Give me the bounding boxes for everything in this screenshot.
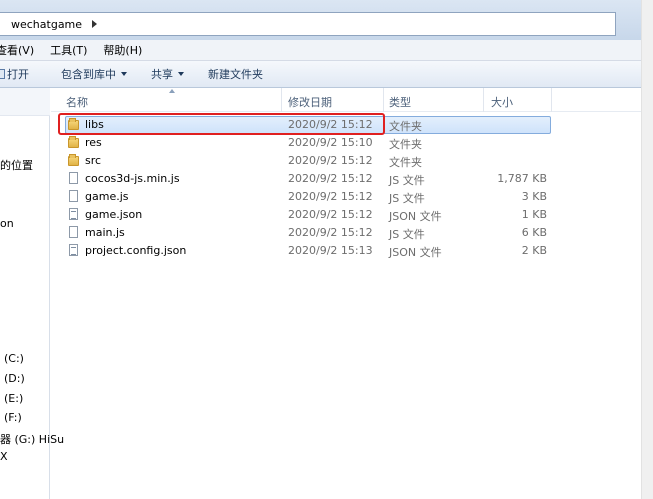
dropdown-arrow-icon	[121, 72, 127, 76]
file-type: JS 文件	[389, 174, 425, 187]
file-date: 2020/9/2 15:12	[288, 172, 373, 185]
json-file-icon	[69, 244, 78, 256]
column-header-size[interactable]: 大小	[491, 94, 513, 110]
file-size: 2 KB	[521, 244, 547, 257]
breadcrumb-wechatgame[interactable]: wechatgame	[11, 18, 82, 31]
file-name: src	[85, 154, 102, 167]
share-label: 共享	[151, 68, 173, 81]
file-type: JSON 文件	[389, 246, 442, 259]
column-divider[interactable]	[551, 88, 552, 112]
column-divider[interactable]	[281, 88, 282, 112]
menu-tools[interactable]: 工具(T)	[50, 42, 87, 58]
js-file-icon	[69, 190, 78, 202]
column-header-date[interactable]: 修改日期	[288, 94, 332, 110]
menu-view[interactable]: 查看(V)	[0, 42, 34, 58]
folder-icon	[68, 136, 79, 148]
menu-help[interactable]: 帮助(H)	[103, 42, 142, 58]
dropdown-arrow-icon	[178, 72, 184, 76]
file-size: 6 KB	[521, 226, 547, 239]
file-row-cocos3d-js-min-js[interactable]: cocos3d-js.min.js 2020/9/2 15:12 JS 文件 1…	[51, 170, 653, 188]
nav-item-drive-f[interactable]: (F:)	[4, 411, 22, 424]
column-divider[interactable]	[383, 88, 384, 112]
file-row-game-js[interactable]: game.js 2020/9/2 15:12 JS 文件 3 KB	[51, 188, 653, 206]
folder-icon	[68, 154, 79, 166]
file-row-res[interactable]: res 2020/9/2 15:10 文件夹	[51, 134, 653, 152]
navigation-pane[interactable]: 的位置 on (C:) (D:) (E:) (F:) 器 (G:) HiSu X	[0, 88, 64, 499]
vertical-scrollbar[interactable]	[641, 0, 653, 499]
column-divider[interactable]	[483, 88, 484, 112]
file-row-game-json[interactable]: game.json 2020/9/2 15:12 JSON 文件 1 KB	[51, 206, 653, 224]
js-file-icon	[69, 172, 78, 184]
column-header-name[interactable]: 名称	[66, 94, 88, 110]
file-type: JS 文件	[389, 192, 425, 205]
address-bar: wechatgame	[0, 0, 653, 40]
file-size: 1,787 KB	[497, 172, 547, 185]
file-name: game.json	[85, 208, 143, 221]
nav-item-drive-g[interactable]: 器 (G:) HiSu	[0, 431, 64, 447]
share-button[interactable]: 共享	[151, 66, 184, 82]
file-date: 2020/9/2 15:12	[288, 208, 373, 221]
nav-item-drive-d[interactable]: (D:)	[4, 372, 25, 385]
nav-item-drive-c[interactable]: (C:)	[4, 352, 24, 365]
json-file-icon	[69, 208, 78, 220]
include-label: 包含到库中	[61, 68, 116, 81]
file-name: project.config.json	[85, 244, 187, 257]
file-row-src[interactable]: src 2020/9/2 15:12 文件夹	[51, 152, 653, 170]
column-header-type[interactable]: 类型	[389, 94, 411, 110]
file-row-project-config-json[interactable]: project.config.json 2020/9/2 15:13 JSON …	[51, 242, 653, 260]
file-size: 3 KB	[521, 190, 547, 203]
chevron-right-icon[interactable]	[92, 20, 98, 28]
file-row-main-js[interactable]: main.js 2020/9/2 15:12 JS 文件 6 KB	[51, 224, 653, 242]
nav-item-x[interactable]: X	[0, 450, 8, 463]
open-label: 打开	[7, 68, 29, 81]
open-icon	[0, 69, 5, 79]
file-name: res	[85, 136, 102, 149]
nav-item-on[interactable]: on	[0, 217, 14, 230]
column-header: 名称 修改日期 类型 大小	[51, 88, 653, 112]
file-date: 2020/9/2 15:12	[288, 154, 373, 167]
new-folder-button[interactable]: 新建文件夹	[208, 66, 263, 82]
nav-header	[0, 88, 50, 116]
address-input[interactable]: wechatgame	[0, 12, 616, 36]
file-type: 文件夹	[389, 156, 422, 169]
file-list: libs 2020/9/2 15:12 文件夹 res 2020/9/2 15:…	[51, 116, 653, 260]
js-file-icon	[69, 226, 78, 238]
new-folder-label: 新建文件夹	[208, 68, 263, 81]
file-date: 2020/9/2 15:12	[288, 226, 373, 239]
file-date: 2020/9/2 15:13	[288, 244, 373, 257]
open-button[interactable]: 打开	[0, 66, 29, 82]
file-type: 文件夹	[389, 138, 422, 151]
nav-item-locations[interactable]: 的位置	[0, 157, 33, 173]
menu-bar: 查看(V) 工具(T) 帮助(H)	[0, 40, 653, 61]
file-type: JSON 文件	[389, 210, 442, 223]
nav-item-drive-e[interactable]: (E:)	[4, 392, 23, 405]
file-type: JS 文件	[389, 228, 425, 241]
include-in-library-button[interactable]: 包含到库中	[61, 66, 127, 82]
file-name: cocos3d-js.min.js	[85, 172, 180, 185]
file-date: 2020/9/2 15:10	[288, 136, 373, 149]
command-bar: 打开 包含到库中 共享 新建文件夹	[0, 61, 653, 88]
file-date: 2020/9/2 15:12	[288, 190, 373, 203]
file-name: game.js	[85, 190, 129, 203]
file-name: main.js	[85, 226, 125, 239]
sort-ascending-icon	[169, 89, 175, 93]
file-size: 1 KB	[521, 208, 547, 221]
red-highlight-box	[58, 113, 385, 135]
file-type: 文件夹	[389, 120, 422, 133]
